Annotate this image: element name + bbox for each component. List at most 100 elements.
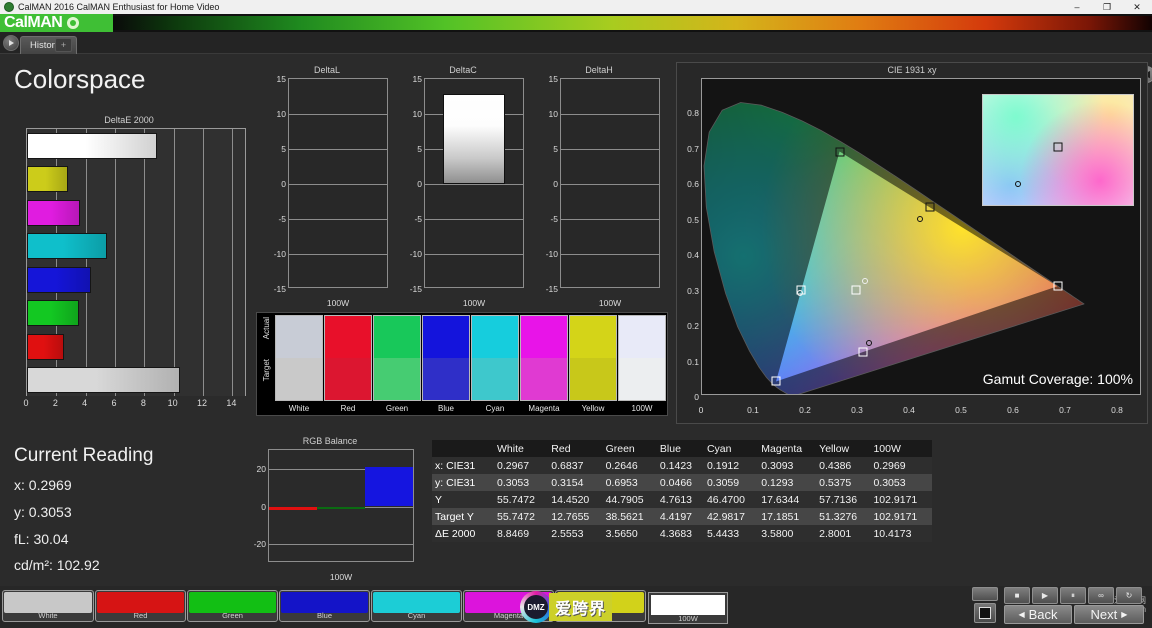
loop-icon[interactable]: ∞: [1088, 587, 1114, 604]
bottom-100w-patch[interactable]: 100W: [648, 592, 728, 624]
rgb-balance-bar: [365, 466, 413, 507]
swatch-fill: [4, 592, 92, 613]
swatch-fill: [189, 592, 276, 613]
gridline: [115, 129, 116, 396]
table-column-header: Green: [605, 442, 635, 455]
swatch-target: [422, 358, 470, 401]
cie-measured-marker: [925, 202, 935, 212]
next-label: Next: [1090, 607, 1118, 622]
cie-x-tick-label: 0.8: [1111, 405, 1123, 415]
gridline: [269, 544, 413, 546]
axis-tick-label: -15: [273, 284, 286, 294]
table-cell: 0.6837: [551, 459, 584, 472]
table-cell: 4.4197: [659, 510, 693, 523]
current-reading-y: y: 0.3053: [14, 504, 72, 520]
calman-logo: Cal MAN: [0, 14, 113, 32]
table-cell: 0.3053: [873, 476, 906, 489]
table-cell: 0.2646: [605, 459, 638, 472]
axis-tick-label: -10: [409, 249, 422, 259]
axis-tick-label: 8: [140, 398, 146, 408]
gridline: [85, 129, 87, 396]
swatch-column: [569, 315, 617, 401]
deltaL-chart: DeltaL 15 10 5 0 -5 -10 -15 100W: [262, 65, 392, 310]
swatch-fill: [373, 592, 460, 613]
play-icon[interactable]: ▶: [1032, 587, 1058, 604]
cie-y-tick-label: 0.7: [687, 143, 699, 154]
swatch-column: [324, 315, 372, 401]
swatch-name: Cyan: [485, 404, 505, 413]
gridline: [561, 254, 659, 255]
gridline: [144, 129, 146, 396]
bottom-swatch-white[interactable]: White: [2, 590, 94, 622]
table-cell: 0.1912: [706, 459, 740, 472]
deltaL-x-label: 100W: [326, 298, 350, 308]
axis-tick-label: -5: [278, 214, 286, 224]
axis-tick-label: -5: [550, 214, 558, 224]
close-button[interactable]: ✕: [1122, 0, 1152, 14]
logo-man-text: MAN: [27, 14, 63, 31]
bottom-swatch-red[interactable]: Red: [95, 590, 186, 622]
swatch-name: Green: [385, 404, 409, 413]
table-row: x: CIE31 0.2967 0.6837 0.2646 0.1423 0.1912 0.…: [432, 457, 932, 474]
swatch-target: [569, 358, 617, 401]
table-cell: 0.6953: [605, 476, 638, 489]
swatch-label: Red: [133, 611, 148, 620]
bottom-swatch-blue[interactable]: Blue: [279, 590, 370, 622]
current-reading-x: x: 0.2969: [14, 477, 72, 493]
table-cell: 14.4520: [551, 493, 590, 506]
maximize-button[interactable]: ❐: [1092, 0, 1122, 14]
deltae-bar: [27, 333, 65, 360]
swatch-target: [618, 358, 666, 401]
gridline: [289, 254, 387, 255]
table-cell: 46.4700: [706, 493, 745, 506]
deltaH-chart: DeltaH 15 10 5 0 -5 -10 -15 100W: [534, 65, 664, 310]
axis-tick-label: -15: [545, 284, 558, 294]
refresh-icon[interactable]: ↻: [1116, 587, 1142, 604]
table-cell: 0.1423: [659, 459, 693, 472]
target-icon[interactable]: [974, 603, 996, 623]
table-cell: 4.3683: [659, 527, 693, 540]
window-titlebar: CalMAN 2016 CalMAN Enthusiast for Home V…: [0, 0, 1152, 14]
add-tab-button[interactable]: +: [55, 38, 72, 52]
logo-cal-text: Cal: [4, 14, 28, 31]
axis-tick-label: 12: [196, 398, 208, 408]
gridline: [173, 129, 175, 396]
gamut-coverage-label: Gamut Coverage: 100%: [982, 371, 1133, 387]
table-cell: 2.8001: [819, 527, 852, 540]
back-button[interactable]: ◀ Back: [1004, 605, 1072, 624]
play-icon[interactable]: [3, 35, 19, 51]
axis-tick-label: 15: [276, 74, 286, 84]
swatch-fill: [97, 592, 184, 613]
table-cell: 0.3059: [706, 476, 740, 489]
axis-tick-label: 0: [417, 179, 422, 189]
cie-measured-marker: [835, 147, 845, 157]
upper-small-button[interactable]: [972, 587, 998, 601]
stop-icon[interactable]: ■: [1004, 587, 1030, 604]
axis-tick-label: -10: [545, 249, 558, 259]
cie-plot-area[interactable]: [701, 78, 1141, 395]
axis-tick-label: 14: [226, 398, 237, 408]
swatch-name: Red: [340, 404, 356, 413]
axis-tick-label: 5: [281, 144, 286, 154]
gridline: [289, 149, 387, 150]
pause-icon[interactable]: ⏸: [1060, 587, 1086, 604]
bottom-swatch-cyan[interactable]: Cyan: [371, 590, 462, 622]
table-column-header: Magenta: [761, 442, 803, 455]
swatch-label: Green: [222, 611, 243, 620]
swatch-fill: [281, 592, 368, 613]
axis-tick-label: -5: [414, 214, 422, 224]
table-cell: 10.4173: [873, 527, 912, 540]
minimize-button[interactable]: –: [1062, 0, 1092, 14]
cie-y-tick-label: 0.1: [687, 356, 699, 367]
table-cell: 0.1293: [761, 476, 794, 489]
cie-measured-marker: [771, 376, 781, 386]
table-row-label: ΔE 2000: [435, 527, 476, 540]
cie-measured-marker: [851, 285, 861, 295]
swatch-target: [324, 358, 372, 401]
axis-tick-label: 10: [412, 109, 422, 119]
bottom-swatch-green[interactable]: Green: [187, 590, 278, 622]
next-button[interactable]: Next ▶: [1074, 605, 1144, 624]
cie-ref-marker: [1053, 142, 1063, 152]
calman-header: Cal MAN: [0, 14, 1152, 32]
rgb-balance-chart: RGB Balance 20 0 -20 100W: [240, 436, 420, 584]
